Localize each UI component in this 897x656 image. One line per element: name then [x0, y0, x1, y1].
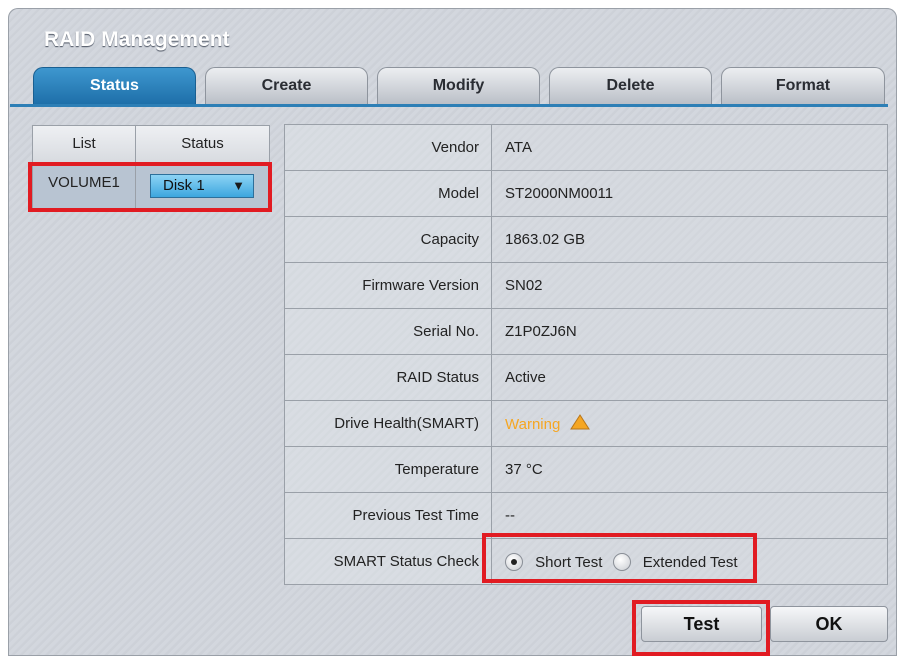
info-value: Active: [491, 354, 888, 401]
info-row: Drive Health(SMART) Warning: [284, 400, 888, 447]
window-title: RAID Management: [44, 28, 230, 51]
drive-health-status: Warning: [505, 415, 561, 433]
info-row: Model ST2000NM0011: [284, 170, 888, 217]
short-test-label[interactable]: Short Test: [535, 554, 602, 571]
short-test-radio[interactable]: [505, 552, 523, 571]
info-value: --: [491, 492, 888, 539]
info-label: Previous Test Time: [284, 492, 492, 539]
info-row: Capacity 1863.02 GB: [284, 216, 888, 263]
list-table-header: List Status: [32, 125, 270, 163]
info-label: Model: [284, 170, 492, 217]
info-label: Capacity: [284, 216, 492, 263]
info-label: Firmware Version: [284, 262, 492, 309]
triangle-down-icon: ▼: [232, 178, 245, 193]
test-button[interactable]: Test: [641, 606, 762, 642]
info-row: RAID Status Active: [284, 354, 888, 401]
disk-select-dropdown[interactable]: Disk 1 ▼: [150, 174, 254, 198]
info-row: Vendor ATA: [284, 124, 888, 171]
smart-check-label: SMART Status Check: [284, 538, 492, 585]
volume-row[interactable]: VOLUME1 Disk 1 ▼: [32, 163, 270, 209]
info-value: Z1P0ZJ6N: [491, 308, 888, 355]
info-label: Serial No.: [284, 308, 492, 355]
extended-test-label[interactable]: Extended Test: [643, 554, 738, 571]
smart-check-options: Short Test Extended Test: [491, 538, 888, 585]
disk-select-value: Disk 1: [163, 177, 205, 194]
status-column-header: Status: [181, 135, 224, 152]
info-value: ST2000NM0011: [491, 170, 888, 217]
list-column-header: List: [33, 126, 136, 162]
info-label: RAID Status: [284, 354, 492, 401]
drive-info-table: Vendor ATA Model ST2000NM0011 Capacity 1…: [284, 124, 888, 585]
ok-button[interactable]: OK: [770, 606, 888, 642]
drive-health-cell: Warning: [491, 400, 888, 447]
info-label: Temperature: [284, 446, 492, 493]
info-row: Temperature 37 °C: [284, 446, 888, 493]
tab-create[interactable]: Create: [205, 67, 368, 105]
info-row: Serial No. Z1P0ZJ6N: [284, 308, 888, 355]
info-value: SN02: [491, 262, 888, 309]
info-value: 1863.02 GB: [491, 216, 888, 263]
info-value: ATA: [491, 124, 888, 171]
extended-test-radio[interactable]: [612, 552, 631, 571]
tab-underline: [10, 104, 888, 107]
smart-check-row: SMART Status Check Short Test Extended T…: [284, 538, 888, 585]
info-row: Previous Test Time --: [284, 492, 888, 539]
volume-name: VOLUME1: [33, 163, 136, 208]
tab-delete[interactable]: Delete: [549, 67, 712, 105]
tab-status[interactable]: Status: [33, 67, 196, 105]
warning-triangle-icon: [570, 413, 591, 434]
tab-modify[interactable]: Modify: [377, 67, 540, 105]
info-label: Drive Health(SMART): [284, 400, 492, 447]
info-label: Vendor: [284, 124, 492, 171]
info-value: 37 °C: [491, 446, 888, 493]
tab-format[interactable]: Format: [721, 67, 885, 105]
info-row: Firmware Version SN02: [284, 262, 888, 309]
